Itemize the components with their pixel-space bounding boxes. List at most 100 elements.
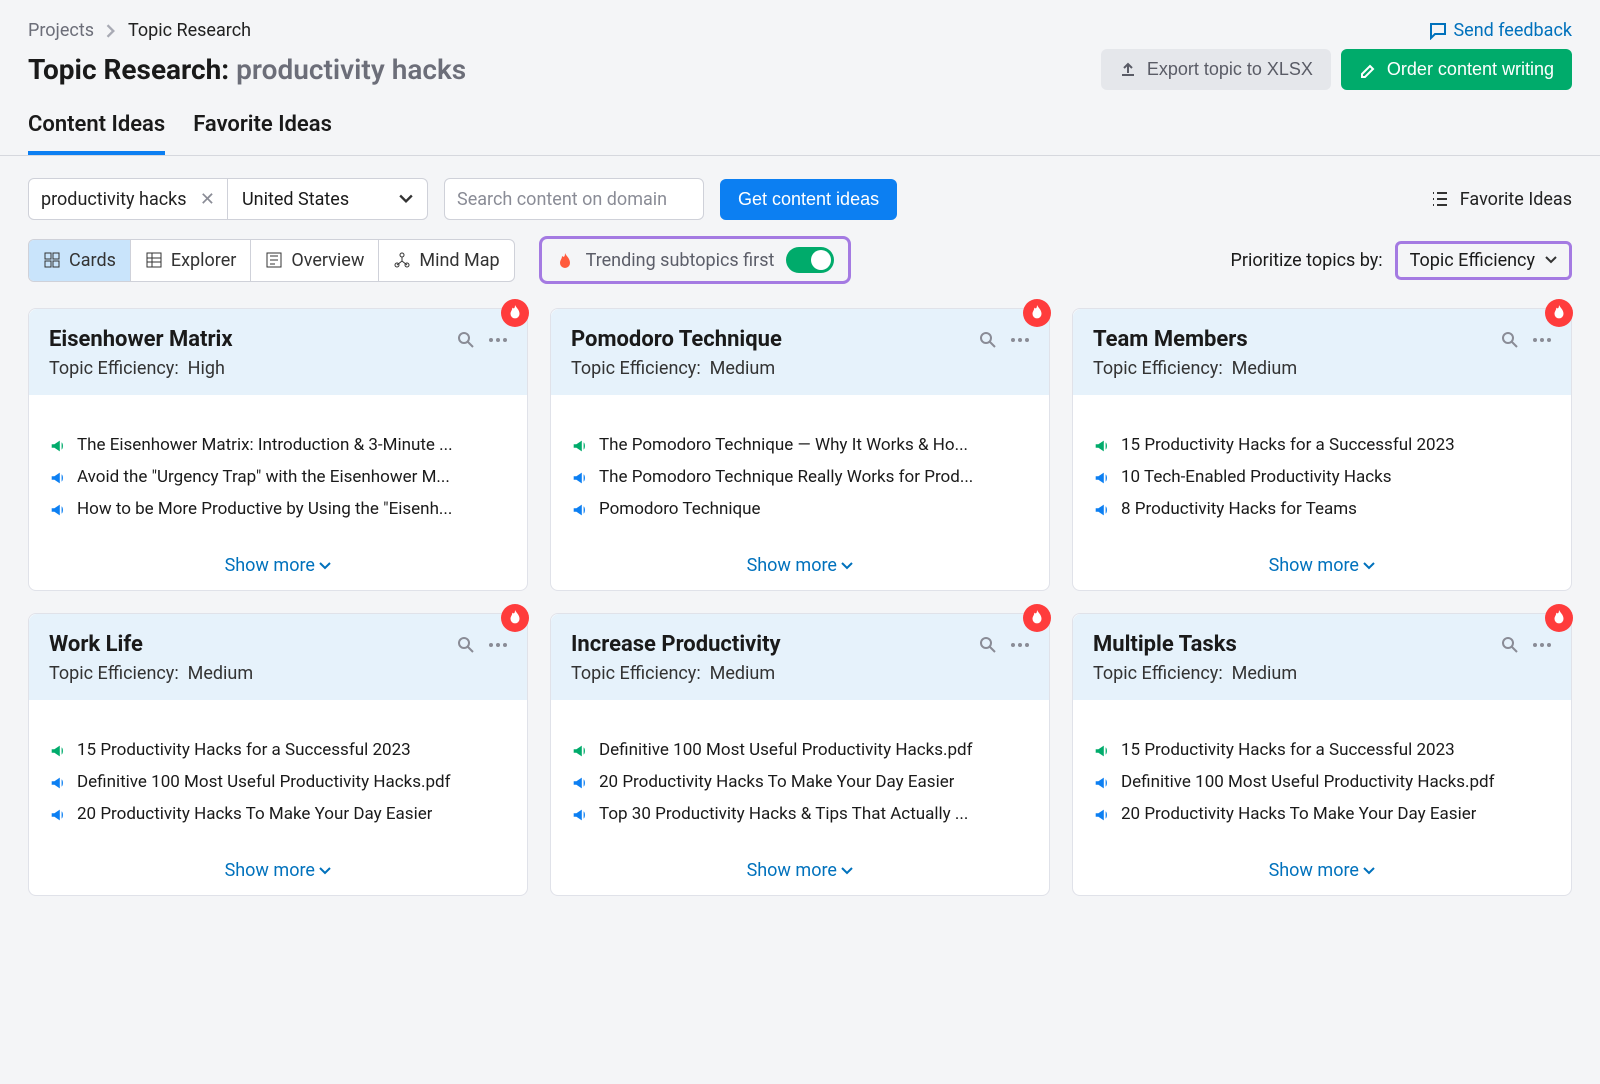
card-search-icon[interactable] xyxy=(979,330,997,350)
card-header: Eisenhower MatrixTopic Efficiency: High xyxy=(29,309,527,395)
show-more-link[interactable]: Show more xyxy=(1073,541,1571,590)
show-more-link[interactable]: Show more xyxy=(29,541,527,590)
send-feedback-link[interactable]: Send feedback xyxy=(1429,20,1572,41)
view-mindmap[interactable]: Mind Map xyxy=(379,240,513,281)
megaphone-icon xyxy=(49,467,67,487)
overview-icon xyxy=(265,251,283,269)
headline-item[interactable]: Definitive 100 Most Useful Productivity … xyxy=(571,740,1029,760)
headline-item[interactable]: 8 Productivity Hacks for Teams xyxy=(1093,499,1551,519)
view-overview[interactable]: Overview xyxy=(251,240,379,281)
headline-item[interactable]: The Pomodoro Technique Really Works for … xyxy=(571,467,1029,487)
card-header: Work LifeTopic Efficiency: Medium xyxy=(29,614,527,700)
headline-text: The Eisenhower Matrix: Introduction & 3-… xyxy=(77,435,453,455)
headline-item[interactable]: Pomodoro Technique xyxy=(571,499,1029,519)
headline-item[interactable]: 20 Productivity Hacks To Make Your Day E… xyxy=(1093,804,1551,824)
headline-text: 10 Tech-Enabled Productivity Hacks xyxy=(1121,467,1392,487)
show-more-link[interactable]: Show more xyxy=(1073,846,1571,895)
megaphone-icon xyxy=(1093,499,1111,519)
topic-card: Team MembersTopic Efficiency: Medium 15 P… xyxy=(1072,308,1572,591)
card-efficiency: Topic Efficiency: Medium xyxy=(571,663,1029,684)
megaphone-icon xyxy=(49,499,67,519)
order-content-button[interactable]: Order content writing xyxy=(1341,49,1572,90)
card-more-icon[interactable] xyxy=(489,635,507,655)
headline-item[interactable]: How to be More Productive by Using the "… xyxy=(49,499,507,519)
export-button[interactable]: Export topic to XLSX xyxy=(1101,49,1331,90)
card-search-icon[interactable] xyxy=(1501,635,1519,655)
favorite-ideas-link[interactable]: Favorite Ideas xyxy=(1430,189,1572,210)
domain-search-input[interactable]: Search content on domain xyxy=(444,178,704,220)
headline-text: Definitive 100 Most Useful Productivity … xyxy=(1121,772,1495,792)
headline-item[interactable]: 20 Productivity Hacks To Make Your Day E… xyxy=(571,772,1029,792)
card-more-icon[interactable] xyxy=(1011,330,1029,350)
megaphone-icon xyxy=(1093,772,1111,792)
card-title: Multiple Tasks xyxy=(1093,632,1237,657)
trending-toggle[interactable] xyxy=(786,247,834,273)
headline-text: 20 Productivity Hacks To Make Your Day E… xyxy=(1121,804,1476,824)
tab-favorite-ideas[interactable]: Favorite Ideas xyxy=(193,112,332,155)
topic-card: Pomodoro TechniqueTopic Efficiency: Medi… xyxy=(550,308,1050,591)
query-input[interactable]: productivity hacks ✕ xyxy=(28,178,228,220)
headline-item[interactable]: The Eisenhower Matrix: Introduction & 3-… xyxy=(49,435,507,455)
card-search-icon[interactable] xyxy=(457,330,475,350)
card-header: Team MembersTopic Efficiency: Medium xyxy=(1073,309,1571,395)
headline-item[interactable]: Definitive 100 Most Useful Productivity … xyxy=(1093,772,1551,792)
feedback-icon xyxy=(1429,22,1447,40)
card-search-icon[interactable] xyxy=(979,635,997,655)
card-efficiency: Topic Efficiency: Medium xyxy=(1093,663,1551,684)
view-tabs: Cards Explorer Overview Mind Map xyxy=(28,239,515,282)
headline-item[interactable]: Avoid the "Urgency Trap" with the Eisenh… xyxy=(49,467,507,487)
topic-card: Multiple Tasks Topic Efficiency: Medium 15… xyxy=(1072,613,1572,896)
prioritize-select[interactable]: Topic Efficiency xyxy=(1395,241,1572,280)
topic-card: Work LifeTopic Efficiency: Medium 15 Prod… xyxy=(28,613,528,896)
headline-text: The Pomodoro Technique Really Works for … xyxy=(599,467,973,487)
card-more-icon[interactable] xyxy=(1533,330,1551,350)
trending-badge xyxy=(1023,299,1051,327)
card-search-icon[interactable] xyxy=(457,635,475,655)
breadcrumb-projects[interactable]: Projects xyxy=(28,20,94,41)
region-select[interactable]: United States xyxy=(228,178,428,220)
headline-text: Pomodoro Technique xyxy=(599,499,761,519)
topic-card: Increase Productivity Topic Efficiency: M… xyxy=(550,613,1050,896)
card-header: Multiple Tasks Topic Efficiency: Medium xyxy=(1073,614,1571,700)
trending-badge xyxy=(1545,604,1573,632)
headline-item[interactable]: 20 Productivity Hacks To Make Your Day E… xyxy=(49,804,507,824)
megaphone-icon xyxy=(49,772,67,792)
view-cards[interactable]: Cards xyxy=(29,240,131,281)
megaphone-icon xyxy=(571,772,589,792)
chevron-down-icon xyxy=(399,194,413,204)
card-more-icon[interactable] xyxy=(1533,635,1551,655)
headline-item[interactable]: 15 Productivity Hacks for a Successful 2… xyxy=(1093,740,1551,760)
headline-item[interactable]: Definitive 100 Most Useful Productivity … xyxy=(49,772,507,792)
megaphone-icon xyxy=(1093,804,1111,824)
tab-content-ideas[interactable]: Content Ideas xyxy=(28,112,165,155)
card-header: Increase Productivity Topic Efficiency: M… xyxy=(551,614,1049,700)
card-title: Increase Productivity xyxy=(571,632,781,657)
trending-toggle-box: Trending subtopics first xyxy=(539,236,852,284)
cards-icon xyxy=(43,251,61,269)
show-more-link[interactable]: Show more xyxy=(551,846,1049,895)
headline-text: Definitive 100 Most Useful Productivity … xyxy=(77,772,451,792)
headline-text: Avoid the "Urgency Trap" with the Eisenh… xyxy=(77,467,450,487)
card-efficiency: Topic Efficiency: Medium xyxy=(1093,358,1551,379)
get-content-ideas-button[interactable]: Get content ideas xyxy=(720,179,897,220)
clear-query-icon[interactable]: ✕ xyxy=(200,189,215,210)
view-explorer[interactable]: Explorer xyxy=(131,240,252,281)
card-more-icon[interactable] xyxy=(1011,635,1029,655)
chevron-down-icon xyxy=(1545,256,1557,264)
headline-item[interactable]: 15 Productivity Hacks for a Successful 2… xyxy=(49,740,507,760)
trending-badge xyxy=(501,299,529,327)
card-more-icon[interactable] xyxy=(489,330,507,350)
show-more-link[interactable]: Show more xyxy=(551,541,1049,590)
mindmap-icon xyxy=(393,251,411,269)
headline-text: Top 30 Productivity Hacks & Tips That Ac… xyxy=(599,804,968,824)
topic-card: Eisenhower MatrixTopic Efficiency: High T… xyxy=(28,308,528,591)
card-header: Pomodoro TechniqueTopic Efficiency: Medi… xyxy=(551,309,1049,395)
headline-item[interactable]: Top 30 Productivity Hacks & Tips That Ac… xyxy=(571,804,1029,824)
card-search-icon[interactable] xyxy=(1501,330,1519,350)
megaphone-icon xyxy=(571,467,589,487)
show-more-link[interactable]: Show more xyxy=(29,846,527,895)
headline-item[interactable]: 15 Productivity Hacks for a Successful 2… xyxy=(1093,435,1551,455)
headline-item[interactable]: The Pomodoro Technique — Why It Works & … xyxy=(571,435,1029,455)
tabs: Content Ideas Favorite Ideas xyxy=(0,112,1600,156)
headline-item[interactable]: 10 Tech-Enabled Productivity Hacks xyxy=(1093,467,1551,487)
